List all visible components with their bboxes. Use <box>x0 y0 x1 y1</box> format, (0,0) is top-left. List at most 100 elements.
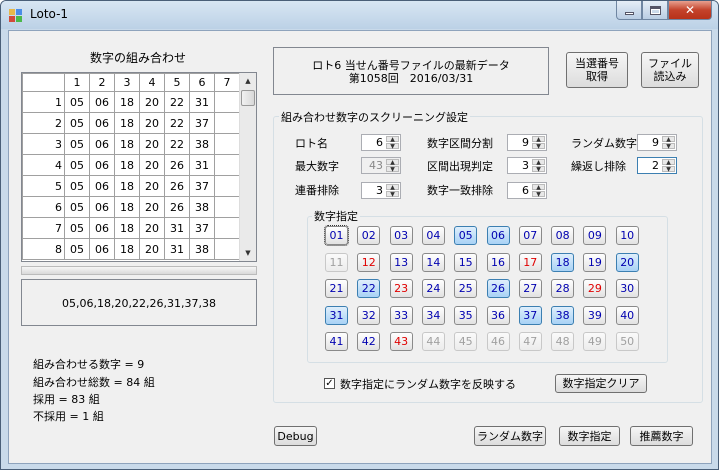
number-button-31[interactable]: 31 <box>325 305 348 325</box>
number-button-24[interactable]: 24 <box>421 279 445 298</box>
match-exclude-spinner[interactable]: 6 ▲ ▼ <box>507 182 547 199</box>
grid-cell[interactable]: 37 <box>189 112 215 134</box>
grid-cell[interactable]: 22 <box>164 91 190 113</box>
number-button-27[interactable]: 27 <box>518 279 542 298</box>
grid-cell[interactable]: 05 <box>64 238 90 260</box>
grid-horizontal-scrollbar[interactable] <box>21 266 257 275</box>
grid-cell[interactable] <box>214 133 240 155</box>
grid-cell[interactable]: 06 <box>89 238 115 260</box>
grid-cell[interactable]: 05 <box>64 196 90 218</box>
number-button-30[interactable]: 30 <box>615 279 639 298</box>
debug-button[interactable]: Debug <box>274 426 317 446</box>
number-button-12[interactable]: 12 <box>357 252 381 272</box>
grid-cell[interactable] <box>214 217 240 239</box>
title-bar[interactable]: Loto-1 ✕ <box>1 1 718 29</box>
grid-cell[interactable]: 26 <box>164 175 190 197</box>
grid-cell[interactable]: 18 <box>114 238 140 260</box>
grid-cell[interactable]: 20 <box>139 196 165 218</box>
table-row[interactable]: 7 05 06 18 20 31 37 <box>22 217 240 239</box>
grid-cell[interactable] <box>214 196 240 218</box>
interval-split-spinner[interactable]: 9 ▲ ▼ <box>507 134 547 151</box>
grid-cell[interactable]: 05 <box>64 154 90 176</box>
loto-name-spinner[interactable]: 6 ▲ ▼ <box>361 134 401 151</box>
number-button-04[interactable]: 04 <box>421 226 445 245</box>
number-button-42[interactable]: 42 <box>357 332 381 351</box>
number-button-21[interactable]: 21 <box>325 279 348 298</box>
grid-cell[interactable]: 05 <box>64 217 90 239</box>
number-button-26[interactable]: 26 <box>486 279 510 298</box>
number-button-48[interactable]: 48 <box>551 332 575 351</box>
load-file-button[interactable]: ファイル 読込み <box>641 52 699 88</box>
number-button-49[interactable]: 49 <box>583 332 607 351</box>
grid-cell[interactable]: 06 <box>89 154 115 176</box>
grid-cell[interactable]: 18 <box>114 154 140 176</box>
number-button-35[interactable]: 35 <box>454 305 478 325</box>
grid-cell[interactable]: 05 <box>64 112 90 134</box>
scroll-down-icon[interactable]: ▼ <box>240 245 256 261</box>
number-button-43[interactable]: 43 <box>389 332 413 351</box>
number-button-18[interactable]: 18 <box>551 252 575 272</box>
number-button-13[interactable]: 13 <box>389 252 413 272</box>
number-button-36[interactable]: 36 <box>486 305 510 325</box>
grid-cell[interactable]: 18 <box>114 175 140 197</box>
grid-cell[interactable]: 18 <box>114 112 140 134</box>
grid-cell[interactable]: 37 <box>189 175 215 197</box>
grid-cell[interactable] <box>214 175 240 197</box>
number-button-05[interactable]: 05 <box>454 226 478 245</box>
number-button-25[interactable]: 25 <box>454 279 478 298</box>
number-button-07[interactable]: 07 <box>518 226 542 245</box>
number-button-50[interactable]: 50 <box>615 332 639 351</box>
grid-cell[interactable]: 20 <box>139 238 165 260</box>
number-button-22[interactable]: 22 <box>357 279 381 298</box>
table-row[interactable]: 8 05 06 18 20 31 38 <box>22 238 240 260</box>
number-button-17[interactable]: 17 <box>518 252 542 272</box>
number-button-37[interactable]: 37 <box>518 305 542 325</box>
grid-cell[interactable]: 31 <box>164 238 190 260</box>
number-button-33[interactable]: 33 <box>389 305 413 325</box>
random-number-spinner[interactable]: 9 ▲ ▼ <box>637 134 677 151</box>
number-button-14[interactable]: 14 <box>421 252 445 272</box>
column-header[interactable]: 4 <box>139 73 165 92</box>
number-spec-button[interactable]: 数字指定 <box>559 426 620 446</box>
number-button-44[interactable]: 44 <box>421 332 445 351</box>
column-header[interactable]: 6 <box>189 73 215 92</box>
grid-cell[interactable]: 05 <box>64 133 90 155</box>
interval-appear-spinner[interactable]: 3 ▲ ▼ <box>507 157 547 174</box>
number-button-23[interactable]: 23 <box>389 279 413 298</box>
close-button[interactable]: ✕ <box>668 1 712 20</box>
column-header[interactable]: 3 <box>114 73 140 92</box>
grid-cell[interactable]: 20 <box>139 112 165 134</box>
number-button-46[interactable]: 46 <box>486 332 510 351</box>
grid-cell[interactable]: 06 <box>89 217 115 239</box>
number-button-41[interactable]: 41 <box>325 332 348 351</box>
number-button-32[interactable]: 32 <box>357 305 381 325</box>
reflect-random-checkbox[interactable]: ✓ <box>324 378 335 389</box>
table-row[interactable]: 3 05 06 18 20 22 38 <box>22 133 240 155</box>
grid-cell[interactable]: 06 <box>89 196 115 218</box>
grid-cell[interactable]: 20 <box>139 154 165 176</box>
table-row[interactable]: 5 05 06 18 20 26 37 <box>22 175 240 197</box>
column-header[interactable]: 1 <box>64 73 90 92</box>
table-row[interactable]: 1 05 06 18 20 22 31 <box>22 91 240 113</box>
number-button-29[interactable]: 29 <box>583 279 607 298</box>
maximize-button[interactable] <box>642 1 668 20</box>
number-button-19[interactable]: 19 <box>583 252 607 272</box>
grid-cell[interactable]: 06 <box>89 112 115 134</box>
grid-cell[interactable]: 22 <box>164 133 190 155</box>
number-button-20[interactable]: 20 <box>615 252 639 272</box>
grid-cell[interactable]: 26 <box>164 196 190 218</box>
grid-cell[interactable]: 37 <box>189 217 215 239</box>
column-header[interactable]: 5 <box>164 73 190 92</box>
number-button-47[interactable]: 47 <box>518 332 542 351</box>
number-button-16[interactable]: 16 <box>486 252 510 272</box>
number-button-02[interactable]: 02 <box>357 226 381 245</box>
grid-cell[interactable]: 38 <box>189 133 215 155</box>
table-row[interactable]: 6 05 06 18 20 26 38 <box>22 196 240 218</box>
grid-cell[interactable] <box>214 112 240 134</box>
grid-cell[interactable]: 20 <box>139 133 165 155</box>
grid-cell[interactable]: 31 <box>189 91 215 113</box>
column-header[interactable]: 2 <box>89 73 115 92</box>
fetch-winning-numbers-button[interactable]: 当選番号 取得 <box>566 52 628 88</box>
number-button-03[interactable]: 03 <box>389 226 413 245</box>
consecutive-exclude-spinner[interactable]: 3 ▲ ▼ <box>361 182 401 199</box>
